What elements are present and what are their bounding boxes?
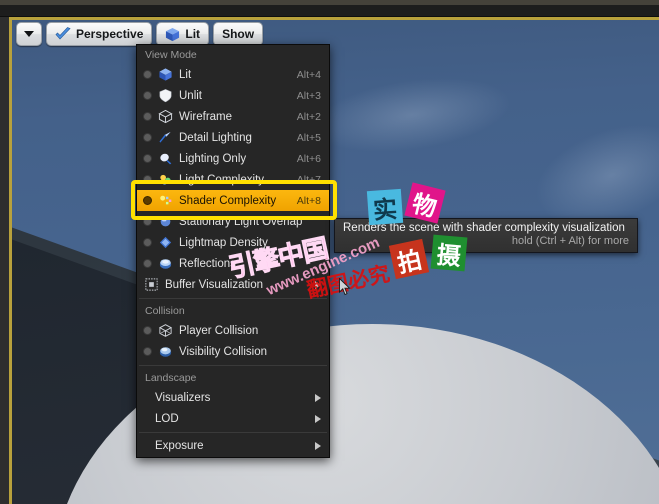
lighting-only-icon: [157, 151, 173, 167]
menu-item-exposure[interactable]: Exposure: [137, 435, 329, 456]
submenu-arrow-icon: [315, 441, 321, 450]
radio-indicator-icon[interactable]: [143, 133, 152, 142]
menu-item-label: Exposure: [155, 439, 204, 452]
tooltip-title: Renders the scene with shader complexity…: [343, 222, 625, 234]
menu-item-lit[interactable]: Lit Alt+4: [137, 64, 329, 85]
menu-separator: [139, 432, 327, 433]
editor-left-chrome: [0, 17, 9, 504]
viewport-options-button[interactable]: [16, 22, 42, 46]
menu-section-title: View Mode: [145, 49, 197, 61]
menu-item-stationary-light-overlap[interactable]: Stationary Light Overlap: [137, 211, 329, 232]
view-mode-dropdown-menu[interactable]: View Mode Lit Alt+4 Unlit Alt+3 Wireframe Alt+…: [136, 44, 330, 458]
viewport-3d-scene[interactable]: [12, 20, 659, 504]
menu-item-shader-complexity[interactable]: Shader Complexity Alt+8: [137, 190, 329, 211]
lightmap-density-icon: [157, 235, 173, 251]
menu-separator: [139, 298, 327, 299]
view-mode-label: Lit: [185, 27, 201, 41]
radio-indicator-icon[interactable]: [143, 196, 152, 205]
chevron-down-icon: [24, 31, 34, 37]
radio-indicator-icon[interactable]: [143, 238, 152, 247]
menu-item-label: Lighting Only: [179, 152, 247, 165]
radio-indicator-icon[interactable]: [143, 70, 152, 79]
menu-item-label: Lightmap Density: [179, 236, 268, 249]
menu-item-label: Buffer Visualization: [165, 278, 264, 291]
radio-indicator-icon[interactable]: [143, 91, 152, 100]
radio-indicator-icon[interactable]: [143, 347, 152, 356]
menu-item-label: Shader Complexity: [179, 194, 277, 207]
menu-item-lighting-only[interactable]: Lighting Only Alt+6: [137, 148, 329, 169]
radio-indicator-icon[interactable]: [143, 175, 152, 184]
menu-item-shortcut: Alt+7: [296, 173, 321, 186]
radio-indicator-icon[interactable]: [143, 154, 152, 163]
menu-item-shortcut: Alt+4: [296, 68, 321, 81]
menu-item-reflections[interactable]: Reflections: [137, 253, 329, 274]
menu-item-buffer-visualization[interactable]: Buffer Visualization: [137, 274, 329, 295]
reflections-icon: [157, 256, 173, 272]
camera-mode-button[interactable]: Perspective: [46, 22, 153, 46]
editor-top-accent-line: [0, 0, 659, 5]
menu-item-lod[interactable]: LOD: [137, 408, 329, 429]
submenu-arrow-icon: [315, 393, 321, 402]
menu-item-label: Detail Lighting: [179, 131, 252, 144]
menu-item-shortcut: Alt+3: [296, 89, 321, 102]
menu-item-light-complexity[interactable]: Light Complexity Alt+7: [137, 169, 329, 190]
tooltip-subtitle: hold (Ctrl + Alt) for more: [511, 235, 629, 247]
menu-item-unlit[interactable]: Unlit Alt+3: [137, 85, 329, 106]
menu-item-label: Stationary Light Overlap: [179, 215, 303, 228]
camera-mode-label: Perspective: [76, 27, 144, 41]
menu-item-label: Wireframe: [179, 110, 233, 123]
perspective-checkmark-icon: [55, 27, 71, 40]
menu-item-lightmap-density[interactable]: Lightmap Density: [137, 232, 329, 253]
viewport-toolbar: Perspective Lit Show: [16, 22, 264, 46]
menu-separator: [139, 365, 327, 366]
menu-item-wireframe[interactable]: Wireframe Alt+2: [137, 106, 329, 127]
screenshot-root: Perspective Lit Show View Mode Lit Alt+4 Un…: [0, 0, 659, 504]
menu-item-visibility-collision[interactable]: Visibility Collision: [137, 341, 329, 362]
stationary-light-icon: [157, 214, 173, 230]
menu-item-shortcut: Alt+2: [296, 110, 321, 123]
buffer-visualization-icon: [143, 277, 159, 293]
menu-item-shortcut: Alt+6: [296, 152, 321, 165]
menu-item-label: LOD: [155, 412, 179, 425]
wireframe-cube-icon: [157, 109, 173, 125]
lit-cube-icon: [166, 27, 180, 41]
menu-item-label: Light Complexity: [179, 173, 265, 186]
submenu-arrow-icon: [315, 280, 321, 289]
detail-lighting-icon: [157, 130, 173, 146]
visibility-collision-icon: [157, 344, 173, 360]
show-menu-button[interactable]: Show: [213, 22, 264, 46]
radio-indicator-icon[interactable]: [143, 217, 152, 226]
submenu-arrow-icon: [315, 414, 321, 423]
shader-complexity-tooltip: Renders the scene with shader complexity…: [334, 218, 638, 253]
editor-top-chrome: [0, 0, 659, 17]
menu-item-player-collision[interactable]: Player Collision: [137, 320, 329, 341]
unlit-shield-icon: [157, 88, 173, 104]
radio-indicator-icon[interactable]: [143, 259, 152, 268]
menu-item-label: Reflections: [179, 257, 236, 270]
menu-item-label: Lit: [179, 68, 192, 81]
mouse-cursor-icon: [339, 278, 351, 296]
lit-cube-icon: [157, 67, 173, 83]
menu-item-detail-lighting[interactable]: Detail Lighting Alt+5: [137, 127, 329, 148]
menu-item-label: Visibility Collision: [179, 345, 267, 358]
radio-indicator-icon[interactable]: [143, 326, 152, 335]
menu-item-label: Player Collision: [179, 324, 259, 337]
shader-complexity-icon: [157, 193, 173, 209]
viewport-frame[interactable]: Perspective Lit Show: [9, 17, 659, 504]
menu-section-title: Collision: [145, 305, 185, 317]
menu-item-shortcut: Alt+8: [296, 194, 321, 207]
player-collision-icon: [157, 323, 173, 339]
menu-item-label: Unlit: [179, 89, 203, 102]
view-mode-button[interactable]: Lit: [156, 22, 210, 46]
light-complexity-icon: [157, 172, 173, 188]
menu-item-label: Visualizers: [155, 391, 211, 404]
menu-section-title: Landscape: [145, 372, 197, 384]
menu-item-shortcut: Alt+5: [296, 131, 321, 144]
show-menu-label: Show: [222, 27, 255, 41]
radio-indicator-icon[interactable]: [143, 112, 152, 121]
menu-item-visualizers[interactable]: Visualizers: [137, 387, 329, 408]
